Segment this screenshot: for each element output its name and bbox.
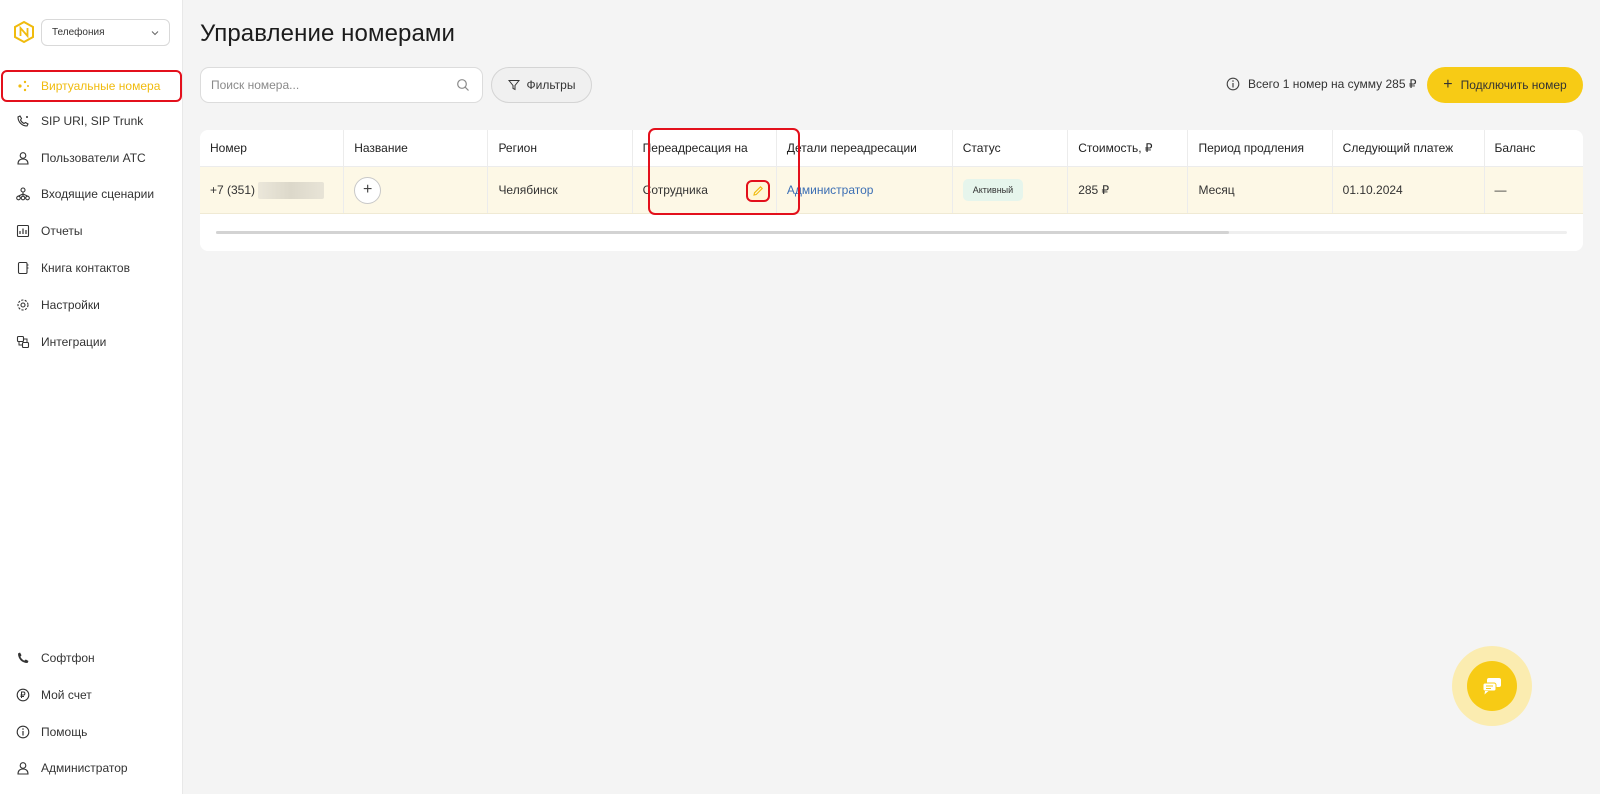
column-header[interactable]: Стоимость, ₽ <box>1068 130 1189 166</box>
sidebar-item-reports[interactable]: Отчеты <box>0 215 183 247</box>
sidebar-item-label: Входящие сценарии <box>41 187 155 201</box>
chat-icon <box>1482 678 1501 695</box>
column-header[interactable]: Переадресация на <box>633 130 777 166</box>
column-header[interactable]: Детали переадресации <box>777 130 953 166</box>
name-cell: + <box>344 167 489 213</box>
sidebar: Телефония Виртуальные номера SIP URI, SI… <box>0 0 183 794</box>
total-info: Всего 1 номер на сумму 285 ₽ <box>1226 77 1417 91</box>
sidebar-item-admin[interactable]: Администратор <box>0 752 183 784</box>
sidebar-item-label: Администратор <box>41 761 128 775</box>
connect-number-button[interactable]: + Подключить номер <box>1427 67 1583 103</box>
sidebar-item-my-account[interactable]: Мой счет <box>0 679 183 711</box>
column-header[interactable]: Регион <box>488 130 633 166</box>
sidebar-item-softphone[interactable]: Софтфон <box>0 642 183 674</box>
product-select-value: Телефония <box>52 27 105 38</box>
chevron-down-icon <box>151 31 159 36</box>
search-input[interactable] <box>201 68 441 102</box>
status-cell: Активный <box>953 167 1069 213</box>
sidebar-item-label: Пользователи АТС <box>41 151 146 165</box>
chat-button[interactable] <box>1452 646 1532 726</box>
table-header: Номер Название Регион Переадресация на Д… <box>200 130 1583 167</box>
connect-number-label: Подключить номер <box>1460 78 1567 92</box>
column-header[interactable]: Статус <box>953 130 1069 166</box>
total-info-text: Всего 1 номер на сумму 285 ₽ <box>1248 77 1417 91</box>
page-title: Управление номерами <box>200 20 456 47</box>
column-header[interactable]: Следующий платеж <box>1333 130 1485 166</box>
sidebar-item-label: Интеграции <box>41 335 107 349</box>
sidebar-item-label: Софтфон <box>41 651 95 665</box>
sidebar-item-sip[interactable]: SIP URI, SIP Trunk <box>0 105 183 137</box>
sip-phone-icon <box>16 114 30 128</box>
plus-icon: + <box>1443 76 1453 93</box>
column-header[interactable]: Период продления <box>1188 130 1333 166</box>
period-cell: Месяц <box>1188 167 1333 213</box>
sidebar-item-label: Помощь <box>41 725 88 739</box>
forward-to-cell: Сотрудника <box>633 167 777 213</box>
sidebar-item-label: Отчеты <box>41 224 83 238</box>
search-icon[interactable] <box>456 78 470 92</box>
sidebar-item-contact-book[interactable]: Книга контактов <box>0 252 183 284</box>
cost-cell: 285 ₽ <box>1068 167 1189 213</box>
number-cell: +7 (351) <box>200 167 345 213</box>
status-badge: Активный <box>962 179 1024 201</box>
filter-icon <box>507 80 520 91</box>
gear-icon <box>16 298 30 312</box>
horizontal-scrollbar[interactable] <box>216 231 1567 234</box>
sidebar-item-label: Мой счет <box>41 688 92 702</box>
filters-button[interactable]: Фильтры <box>491 67 592 103</box>
filters-label: Фильтры <box>526 78 576 92</box>
table-row[interactable]: +7 (351) + Челябинск Сотрудника Админист… <box>200 167 1583 214</box>
chat-button-inner <box>1467 661 1517 711</box>
column-header[interactable]: Название <box>344 130 489 166</box>
edit-forwarding-button[interactable] <box>745 180 770 202</box>
scrollbar-thumb[interactable] <box>216 231 1230 234</box>
balance-cell: — <box>1485 167 1583 213</box>
region-cell: Челябинск <box>488 167 633 213</box>
sidebar-item-settings[interactable]: Настройки <box>0 289 183 321</box>
search-box <box>200 67 483 103</box>
sidebar-item-label: SIP URI, SIP Trunk <box>41 114 144 128</box>
user-icon <box>16 761 30 775</box>
phone-icon <box>16 651 30 665</box>
sidebar-item-incoming-scenarios[interactable]: Входящие сценарии <box>0 178 183 210</box>
user-icon <box>16 151 30 165</box>
annotation-highlight-box <box>1 70 182 102</box>
product-select[interactable]: Телефония <box>41 19 170 46</box>
sidebar-item-label: Настройки <box>41 298 100 312</box>
next-payment-cell: 01.10.2024 <box>1333 167 1485 213</box>
scenario-tree-icon <box>16 187 30 201</box>
ruble-circle-icon <box>16 688 30 702</box>
forward-to-value: Сотрудника <box>642 183 708 197</box>
reports-icon <box>16 224 30 238</box>
contact-book-icon <box>16 261 30 275</box>
pencil-icon <box>753 186 763 196</box>
forward-details-cell: Администратор <box>777 167 953 213</box>
sidebar-item-help[interactable]: Помощь <box>0 716 183 748</box>
numbers-table: Номер Название Регион Переадресация на Д… <box>200 130 1583 251</box>
info-circle-icon <box>1226 77 1240 91</box>
add-name-button[interactable]: + <box>354 176 382 204</box>
sidebar-item-pbx-users[interactable]: Пользователи АТС <box>0 142 183 174</box>
sidebar-item-label: Книга контактов <box>41 261 130 275</box>
brand-logo[interactable] <box>12 20 36 44</box>
column-header[interactable]: Номер <box>200 130 345 166</box>
column-header[interactable]: Баланс <box>1485 130 1583 166</box>
sidebar-item-integrations[interactable]: Интеграции <box>0 326 183 358</box>
integrations-icon <box>16 335 30 349</box>
redacted-number <box>258 181 325 199</box>
info-circle-icon <box>16 725 30 739</box>
phone-number: +7 (351) <box>210 183 256 197</box>
forward-details-link[interactable]: Администратор <box>787 183 874 197</box>
